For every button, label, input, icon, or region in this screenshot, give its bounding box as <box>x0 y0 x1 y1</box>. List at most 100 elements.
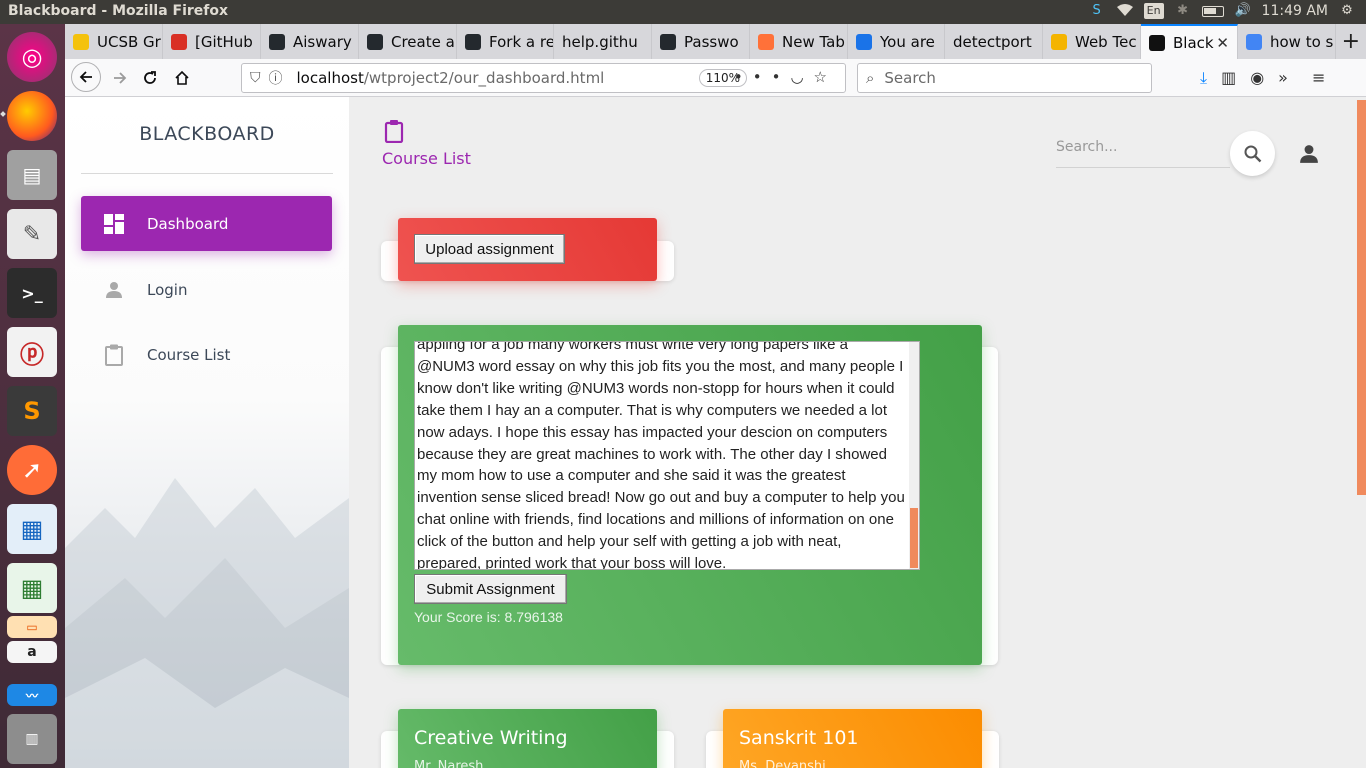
overflow-chevrons-icon[interactable]: » <box>1278 68 1288 88</box>
info-icon[interactable]: ⓘ <box>269 68 283 88</box>
sidebar-item-login[interactable]: Login <box>81 262 332 317</box>
shield-icon[interactable]: ⛉ <box>250 70 261 86</box>
tab-label: Web Tec <box>1075 32 1137 51</box>
sublime-text-app-icon[interactable]: S <box>7 386 57 436</box>
score-text: Your Score is: 8.796138 <box>414 609 563 625</box>
browser-tab[interactable]: Fork a re <box>457 24 554 59</box>
url-bar[interactable]: ⛉ ⓘ localhost/wtproject2/our_dashboard.h… <box>241 63 846 93</box>
system-monitor-app-icon[interactable]: 〰 <box>7 684 57 706</box>
tab-label: Fork a re <box>489 32 554 51</box>
browser-tab[interactable]: Web Tec <box>1043 24 1141 59</box>
url-text: localhost/wtproject2/our_dashboard.html <box>296 69 605 87</box>
scrollbar-thumb[interactable] <box>910 508 918 568</box>
course-card-header[interactable]: Sanskrit 101 Ms. Devanshi <box>723 709 982 768</box>
search-icon <box>1244 145 1261 162</box>
battery-icon[interactable] <box>1201 5 1224 17</box>
hamburger-menu-icon[interactable]: ≡ <box>1312 68 1325 88</box>
course-teacher: Ms. Devanshi <box>739 759 826 768</box>
system-tray: S En ✱ 🔊 11:49 AM ⚙ <box>1088 3 1356 19</box>
ubuntu-dash-icon[interactable]: ◎ <box>7 32 57 82</box>
page-scrollbar[interactable] <box>1357 97 1366 768</box>
upload-assignment-button[interactable]: Upload assignment <box>414 234 565 264</box>
more-dots-icon: ••• <box>733 68 791 86</box>
browser-tab[interactable]: detectport <box>945 24 1043 59</box>
account-button[interactable] <box>1297 142 1321 166</box>
browser-tab[interactable]: Create a <box>359 24 457 59</box>
sidebar-item-label: Dashboard <box>147 214 229 233</box>
course-title[interactable]: Creative Writing <box>414 727 568 749</box>
app-launcher: ◎ ▤ ✎ >_ ⓟ S ➚ ▦ ▦ ▭ a 〰 ▥ <box>0 24 65 768</box>
writer-app-icon[interactable]: ▦ <box>7 504 57 554</box>
browser-tab[interactable]: how to s <box>1238 24 1336 59</box>
slides-favicon-icon <box>1051 33 1067 50</box>
postman-app-icon[interactable]: ➚ <box>7 445 57 495</box>
browser-tab[interactable]: You are <box>848 24 945 59</box>
dashboard-icon <box>103 213 125 235</box>
brand-logo[interactable]: BLACKBOARD <box>81 123 333 145</box>
tab-label: how to s <box>1270 32 1334 51</box>
files-app-icon[interactable]: ▤ <box>7 150 57 200</box>
trash-app-icon[interactable]: ▥ <box>7 714 57 764</box>
bluetooth-icon[interactable]: ✱ <box>1174 3 1192 19</box>
toolbar-icons: ⤓ ▥ ◉ » ≡ <box>1200 68 1325 88</box>
text-editor-app-icon[interactable]: ✎ <box>7 209 57 259</box>
sidebar-item-label: Login <box>147 280 188 299</box>
download-icon[interactable]: ⤓ <box>1200 68 1207 88</box>
os-top-panel: Blackboard - Mozilla Firefox S En ✱ 🔊 11… <box>0 0 1366 24</box>
browser-tab[interactable]: Black ✕ <box>1141 24 1238 59</box>
textarea-scrollbar[interactable] <box>909 342 919 569</box>
sidebar: BLACKBOARD Dashboard Login Course List <box>65 97 349 768</box>
sidebar-item-label: Course List <box>147 345 231 364</box>
wifi-icon[interactable] <box>1116 3 1134 19</box>
page-scrollbar-thumb[interactable] <box>1357 100 1366 495</box>
github-favicon-icon <box>465 33 481 50</box>
browser-tab[interactable]: [GitHub <box>163 24 261 59</box>
reload-icon[interactable] <box>137 65 163 91</box>
course-teacher: Mr. Naresh <box>414 759 484 768</box>
search-input[interactable]: Search... <box>1056 134 1230 168</box>
page-actions[interactable]: •••◡☆ <box>734 68 837 86</box>
sidebar-item-dashboard[interactable]: Dashboard <box>81 196 332 251</box>
course-title[interactable]: Sanskrit 101 <box>739 727 859 749</box>
divider <box>81 173 333 174</box>
amazon-app-icon[interactable]: a <box>7 641 57 663</box>
course-card-header[interactable]: Creative Writing Mr. Naresh <box>398 709 657 768</box>
firefox-app-icon[interactable] <box>7 91 57 141</box>
clipboard-icon <box>384 119 404 144</box>
close-tab-icon[interactable]: ✕ <box>1216 34 1229 52</box>
browser-tab[interactable]: help.githu <box>554 24 652 59</box>
home-icon[interactable] <box>169 65 195 91</box>
person-icon <box>103 279 125 301</box>
sidebar-item-course-list[interactable]: Course List <box>81 327 332 382</box>
person-icon <box>1300 145 1318 163</box>
submit-assignment-button[interactable]: Submit Assignment <box>414 574 567 604</box>
bookmark-star-icon: ☆ <box>813 68 837 86</box>
browser-tab[interactable]: Aiswary <box>261 24 359 59</box>
terminal-app-icon[interactable]: >_ <box>7 268 57 318</box>
keyboard-layout-indicator[interactable]: En <box>1143 3 1164 19</box>
tab-label: Black <box>1173 33 1214 52</box>
running-indicator <box>0 111 6 117</box>
volume-icon[interactable]: 🔊 <box>1234 3 1252 19</box>
browser-tab[interactable]: New Tab <box>750 24 848 59</box>
github-favicon-icon <box>367 33 383 50</box>
search-button[interactable] <box>1230 131 1275 176</box>
account-icon[interactable]: ◉ <box>1250 68 1264 88</box>
essay-textarea[interactable]: appling for a job many workers must writ… <box>414 341 920 570</box>
page-title[interactable]: Course List <box>382 149 471 168</box>
browser-tab[interactable]: UCSB Gr <box>65 24 163 59</box>
browser-search-field[interactable]: ⌕ Search <box>857 63 1152 93</box>
google-favicon-icon <box>1246 33 1262 50</box>
pdf-viewer-app-icon[interactable]: ⓟ <box>7 327 57 377</box>
skype-icon[interactable]: S <box>1088 3 1106 19</box>
browser-tab-strip: how to s Black ✕ Web Tec detectport You are Ne… <box>65 24 1366 59</box>
settings-gear-icon[interactable]: ⚙ <box>1338 3 1356 19</box>
impress-app-icon[interactable]: ▭ <box>7 616 57 638</box>
back-arrow-icon[interactable] <box>71 62 101 92</box>
clock[interactable]: 11:49 AM <box>1262 3 1328 19</box>
reader-sidebar-icon[interactable]: ▥ <box>1221 68 1236 88</box>
new-tab-icon[interactable]: + <box>1342 29 1360 54</box>
calc-app-icon[interactable]: ▦ <box>7 563 57 613</box>
forward-arrow-icon[interactable] <box>107 65 133 91</box>
browser-tab[interactable]: Passwo <box>652 24 750 59</box>
